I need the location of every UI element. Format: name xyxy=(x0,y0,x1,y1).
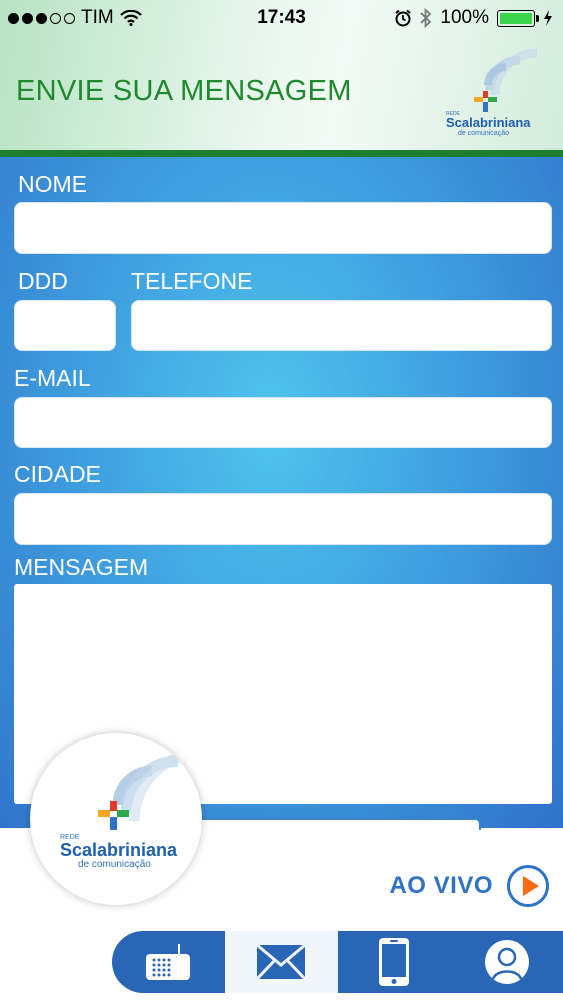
nome-input[interactable] xyxy=(15,203,551,253)
nome-label: NOME xyxy=(18,171,87,197)
cidade-field[interactable] xyxy=(14,493,552,545)
tab-bar xyxy=(112,931,563,993)
email-input[interactable] xyxy=(15,398,551,447)
battery-icon xyxy=(497,9,539,27)
brand-tagline-text: de comunicação xyxy=(458,130,509,137)
header-divider xyxy=(0,150,563,157)
player-progress-frame xyxy=(185,818,481,830)
ddd-field[interactable] xyxy=(14,300,116,351)
alarm-clock-icon xyxy=(395,9,412,27)
email-label: E-MAIL xyxy=(14,365,91,391)
battery-percentage: 100% xyxy=(440,7,489,28)
smartphone-icon xyxy=(378,938,409,986)
tab-radio[interactable] xyxy=(112,931,225,993)
live-control[interactable]: AO VIVO xyxy=(389,865,549,907)
charging-bolt-icon xyxy=(544,10,552,26)
telefone-input[interactable] xyxy=(132,301,551,350)
brand-name-text: Scalabriniana xyxy=(446,115,531,130)
radio-icon xyxy=(146,944,191,980)
station-logo: REDE Scalabriniana de comunicação xyxy=(30,733,202,905)
mensagem-label: MENSAGEM xyxy=(14,554,149,580)
user-profile-icon xyxy=(484,940,529,984)
logo-name-text: Scalabriniana xyxy=(60,840,178,860)
nome-field[interactable] xyxy=(14,202,552,254)
page-title: ENVIE SUA MENSAGEM xyxy=(16,75,352,107)
cidade-label: CIDADE xyxy=(14,461,101,487)
bluetooth-icon xyxy=(420,8,432,28)
telefone-field[interactable] xyxy=(131,300,552,351)
ddd-input[interactable] xyxy=(15,301,115,350)
tab-phone[interactable] xyxy=(338,931,451,993)
email-field[interactable] xyxy=(14,397,552,448)
live-label: AO VIVO xyxy=(389,872,493,899)
logo-tagline-text: de comunicação xyxy=(78,859,151,870)
telefone-label: TELEFONE xyxy=(131,268,253,294)
envelope-icon xyxy=(256,943,307,981)
tab-profile[interactable] xyxy=(450,931,563,993)
play-icon[interactable] xyxy=(507,865,549,907)
status-bar: TIM 17:43 100% xyxy=(0,0,563,36)
brand-logo: REDE Scalabriniana de comunicação xyxy=(446,48,538,137)
station-logo-graphic: REDE Scalabriniana de comunicação xyxy=(60,747,202,870)
tab-message[interactable] xyxy=(224,931,338,993)
cidade-input[interactable] xyxy=(15,494,551,544)
ddd-label: DDD xyxy=(18,268,68,294)
